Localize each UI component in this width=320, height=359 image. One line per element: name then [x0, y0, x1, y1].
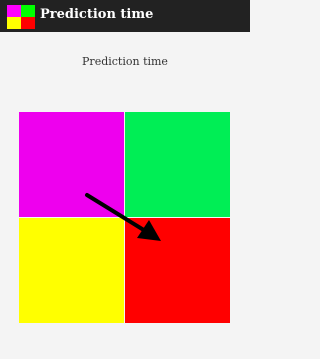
icon-cell-red	[21, 17, 35, 29]
arrow-shaft	[85, 193, 149, 234]
icon-cell-green	[21, 5, 35, 17]
color-grid	[19, 112, 230, 323]
icon-cell-magenta	[7, 5, 21, 17]
four-color-square-icon	[7, 5, 35, 29]
arrow-down-right-icon	[85, 193, 161, 241]
action-bar: Prediction time	[0, 0, 250, 32]
page-heading: Prediction time	[82, 55, 168, 68]
app-title: Prediction time	[40, 7, 154, 22]
icon-cell-yellow	[7, 17, 21, 29]
arrow-head	[137, 220, 161, 241]
